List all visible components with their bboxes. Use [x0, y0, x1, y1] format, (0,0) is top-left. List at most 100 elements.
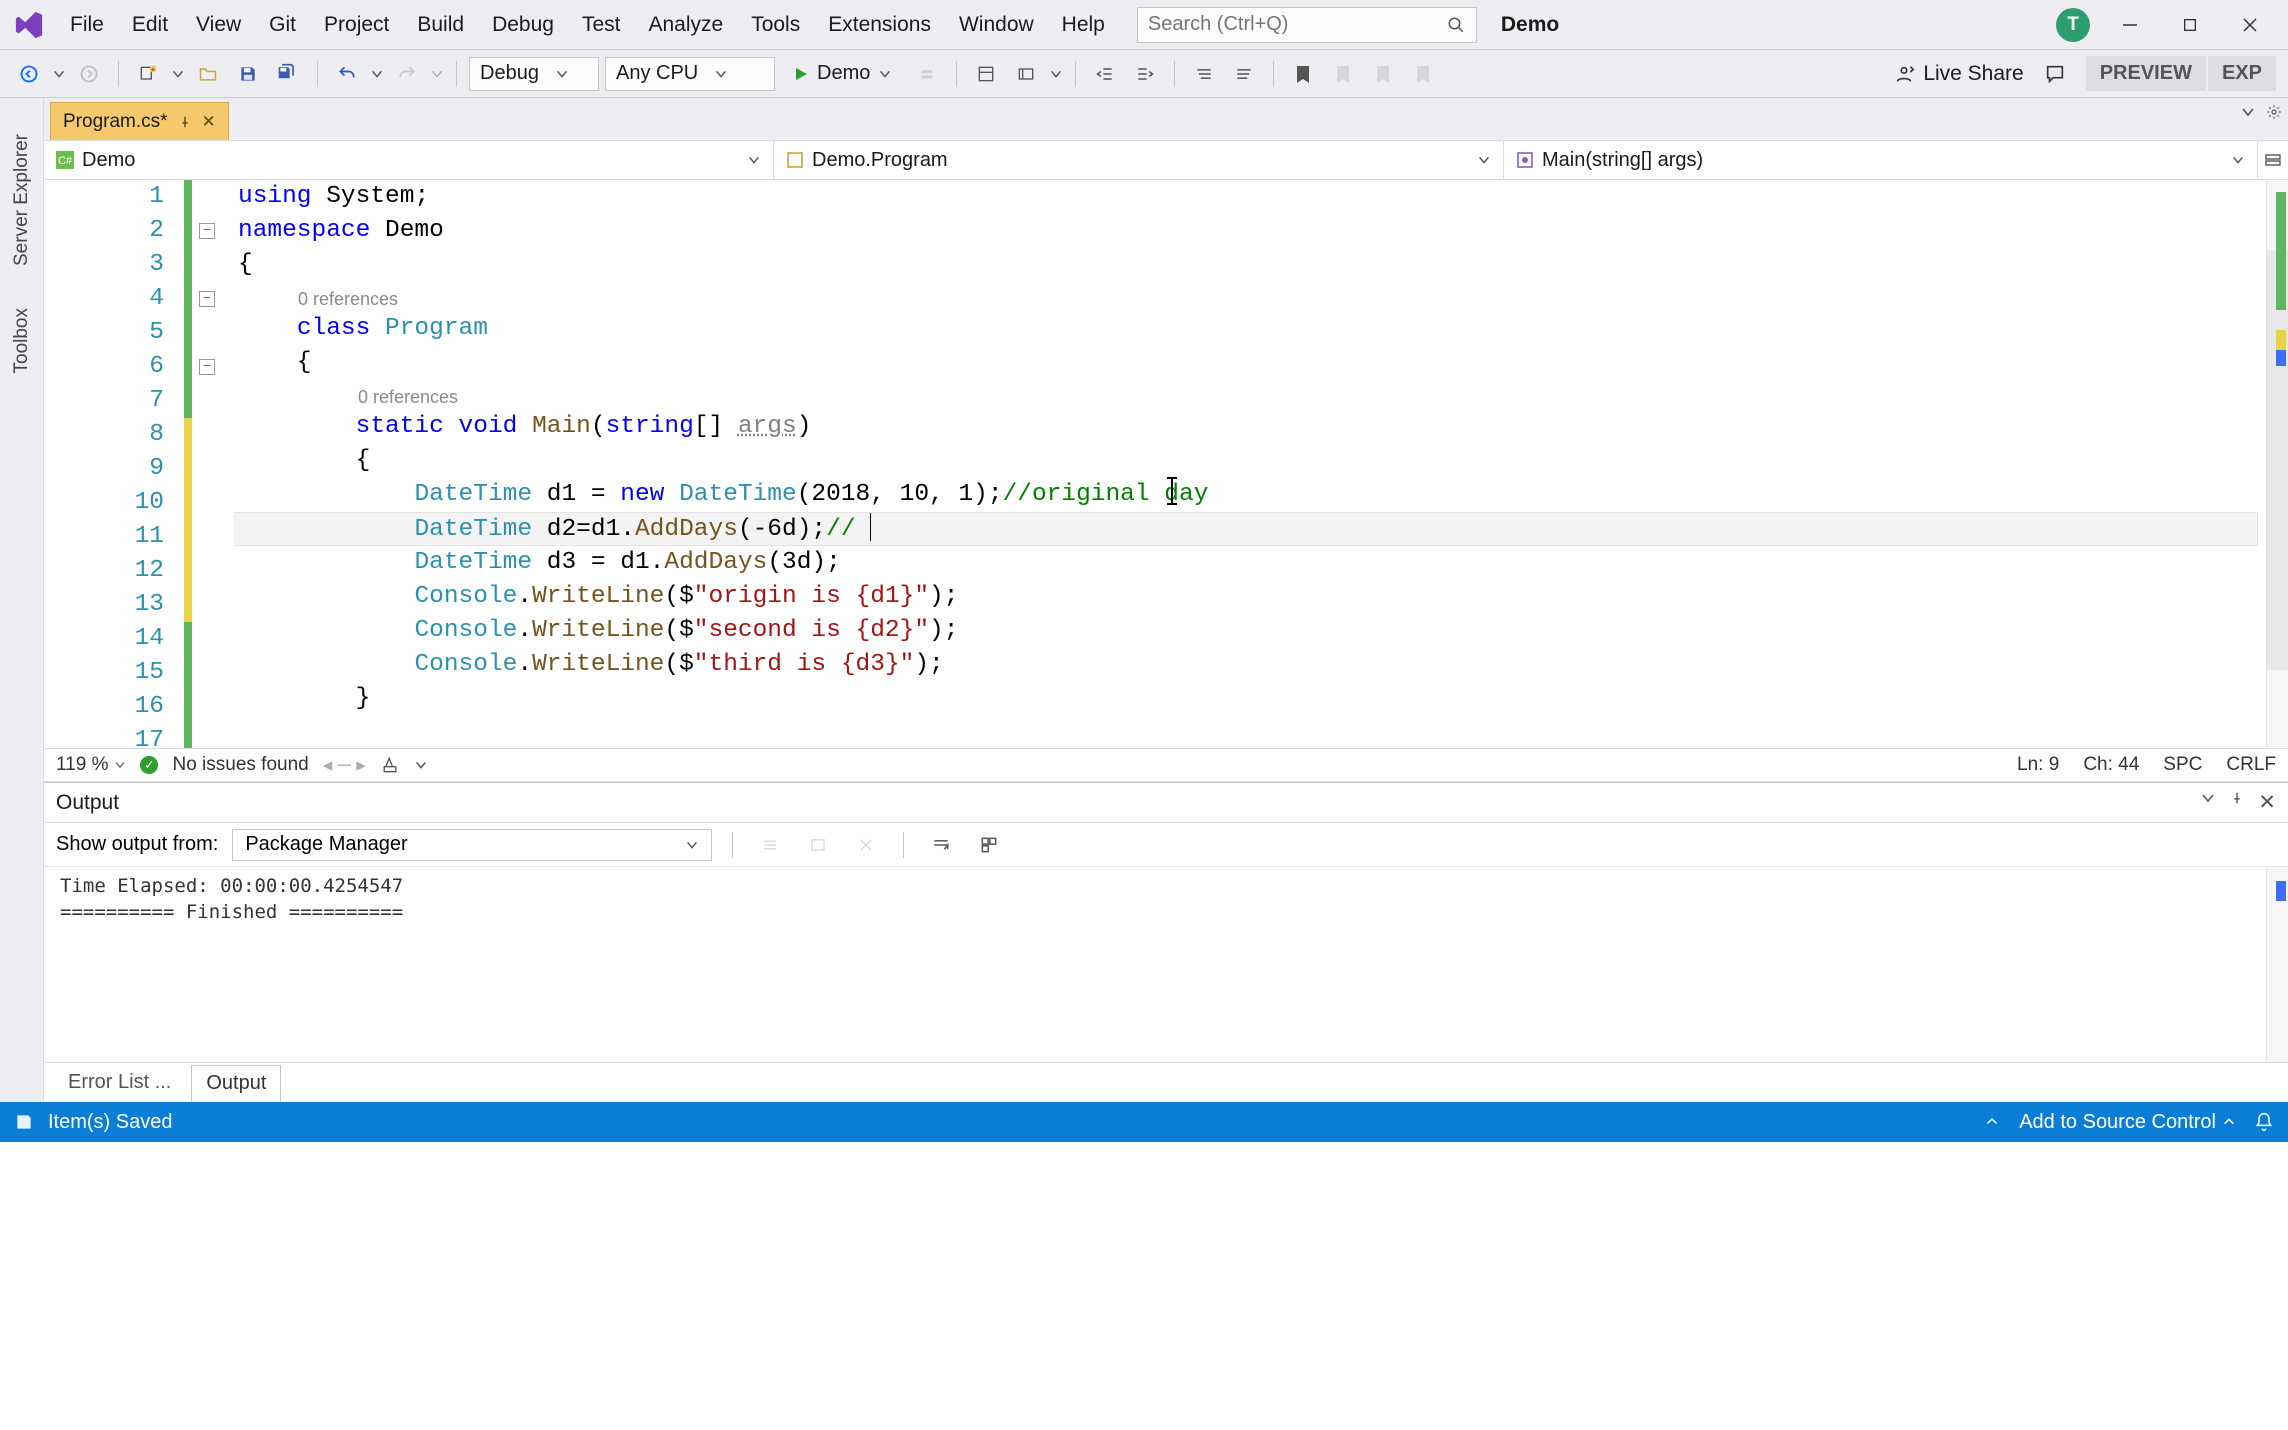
split-editor-icon[interactable]	[2258, 141, 2288, 179]
menu-analyze[interactable]: Analyze	[634, 7, 737, 43]
fold-toggle[interactable]: −	[199, 359, 215, 375]
member-combo[interactable]: Main(string[] args)	[1504, 141, 2258, 179]
fold-toggle[interactable]: −	[199, 291, 215, 307]
class-label: Demo.Program	[812, 149, 948, 172]
output-extra-icon[interactable]	[972, 828, 1006, 862]
issues-label[interactable]: No issues found	[172, 754, 308, 776]
tab-overflow-icon[interactable]	[2240, 104, 2256, 120]
bookmark-button[interactable]	[1286, 57, 1320, 91]
menu-git[interactable]: Git	[255, 7, 310, 43]
outdent-button[interactable]	[1088, 57, 1122, 91]
code-body[interactable]: using System; namespace Demo { 0 referen…	[234, 180, 2288, 748]
indent-indicator[interactable]: SPC	[2163, 754, 2202, 776]
indent-button[interactable]	[1128, 57, 1162, 91]
cleanup-icon[interactable]	[380, 755, 400, 775]
rail-server-explorer[interactable]: Server Explorer	[9, 128, 35, 272]
line-number: 3	[44, 248, 184, 282]
line-number: 15	[44, 656, 184, 690]
menu-tools[interactable]: Tools	[737, 7, 814, 43]
menu-project[interactable]: Project	[310, 7, 403, 43]
liveshare-button[interactable]: Live Share	[1893, 62, 2023, 86]
menu-bar: File Edit View Git Project Build Debug T…	[0, 0, 2288, 50]
bookmark-prev-button	[1326, 57, 1360, 91]
maximize-button[interactable]	[2170, 10, 2210, 40]
close-window-button[interactable]	[2230, 10, 2270, 40]
pin-icon[interactable]	[178, 115, 192, 129]
editor-status-bar: 119 % ✓ No issues found ◂ ─ ▸ Ln: 9 Ch: …	[44, 748, 2288, 782]
comment-button[interactable]	[1187, 57, 1221, 91]
wordwrap-icon[interactable]	[924, 828, 958, 862]
start-debug-button[interactable]: Demo	[781, 57, 904, 91]
undo-button[interactable]	[330, 57, 364, 91]
menu-help[interactable]: Help	[1048, 7, 1119, 43]
chevron-down-icon[interactable]	[414, 758, 428, 772]
menu-file[interactable]: File	[56, 7, 118, 43]
save-button[interactable]	[231, 57, 265, 91]
menu-edit[interactable]: Edit	[118, 7, 182, 43]
close-icon[interactable]: ✕	[2258, 790, 2276, 815]
tab-output[interactable]: Output	[191, 1065, 281, 1102]
vertical-scrollbar[interactable]	[2266, 180, 2288, 748]
chevron-down-icon	[1477, 153, 1491, 167]
codelens-refs[interactable]: 0 references	[238, 289, 398, 309]
uncomment-button[interactable]	[1227, 57, 1261, 91]
menu-debug[interactable]: Debug	[478, 7, 568, 43]
nav-back-button[interactable]	[12, 57, 46, 91]
codelens-refs[interactable]: 0 references	[238, 387, 458, 407]
menu-window[interactable]: Window	[945, 7, 1048, 43]
menu-test[interactable]: Test	[568, 7, 635, 43]
nav-back-more-icon[interactable]	[52, 67, 66, 81]
status-ok-icon: ✓	[140, 756, 158, 774]
new-item-button[interactable]: +	[131, 57, 165, 91]
output-source-combo[interactable]: Package Manager	[232, 829, 712, 861]
output-scrollbar[interactable]	[2266, 867, 2288, 1062]
search-input[interactable]	[1148, 13, 1446, 36]
class-combo[interactable]: Demo.Program	[774, 141, 1504, 179]
tab-settings-icon[interactable]	[2266, 104, 2282, 120]
toolbar-icon-2-more[interactable]	[1049, 67, 1063, 81]
panel-dropdown-icon[interactable]	[2200, 790, 2216, 815]
ibeam-cursor-icon	[1162, 476, 1164, 506]
char-indicator[interactable]: Ch: 44	[2083, 754, 2139, 776]
feedback-icon[interactable]	[2038, 57, 2072, 91]
open-file-button[interactable]	[191, 57, 225, 91]
line-number: 5	[44, 316, 184, 350]
config-combo[interactable]: Debug	[469, 57, 599, 91]
toolbar-icon-1[interactable]	[969, 57, 1003, 91]
output-panel: Output ✕ Show output from: Package Manag…	[44, 782, 2288, 1062]
search-box[interactable]	[1137, 7, 1477, 43]
tab-error-list[interactable]: Error List ...	[54, 1065, 185, 1100]
menu-view[interactable]: View	[182, 7, 255, 43]
fold-toggle[interactable]: −	[199, 223, 215, 239]
csharp-project-icon: C#	[56, 151, 74, 169]
preview-button[interactable]: PREVIEW	[2086, 56, 2206, 91]
pin-icon[interactable]	[2230, 790, 2244, 815]
close-icon[interactable]: ✕	[202, 112, 216, 132]
menu-build[interactable]: Build	[403, 7, 478, 43]
code-editor[interactable]: 1 2− 3 4− 5 6− 7 8 9 10 11 12 13 14 15 1…	[44, 180, 2288, 748]
line-indicator[interactable]: Ln: 9	[2017, 754, 2059, 776]
rail-toolbox[interactable]: Toolbox	[9, 302, 35, 380]
output-source-label: Package Manager	[245, 833, 407, 856]
up-arrow-icon[interactable]	[1983, 1113, 2001, 1131]
eol-indicator[interactable]: CRLF	[2226, 754, 2276, 776]
exp-button[interactable]: EXP	[2208, 56, 2276, 91]
line-number: 10	[44, 486, 184, 520]
minimize-button[interactable]	[2110, 10, 2150, 40]
new-item-more-icon[interactable]	[171, 67, 185, 81]
toolbar-icon-2[interactable]	[1009, 57, 1043, 91]
platform-combo[interactable]: Any CPU	[605, 57, 775, 91]
save-all-button[interactable]	[271, 57, 305, 91]
undo-more-icon[interactable]	[370, 67, 384, 81]
menu-extensions[interactable]: Extensions	[814, 7, 945, 43]
output-title: Output	[56, 791, 119, 815]
issues-nav-icon[interactable]: ◂ ─ ▸	[323, 754, 366, 777]
zoom-combo[interactable]: 119 %	[56, 754, 126, 776]
bottom-tab-strip: Error List ... Output	[44, 1062, 2288, 1102]
add-source-control-button[interactable]: Add to Source Control	[2019, 1111, 2236, 1134]
avatar[interactable]: T	[2056, 8, 2090, 42]
project-combo[interactable]: C# Demo	[44, 141, 774, 179]
output-body[interactable]: Time Elapsed: 00:00:00.4254547 =========…	[44, 867, 2288, 1062]
file-tab-program[interactable]: Program.cs* ✕	[50, 102, 229, 140]
notifications-icon[interactable]	[2254, 1112, 2274, 1132]
